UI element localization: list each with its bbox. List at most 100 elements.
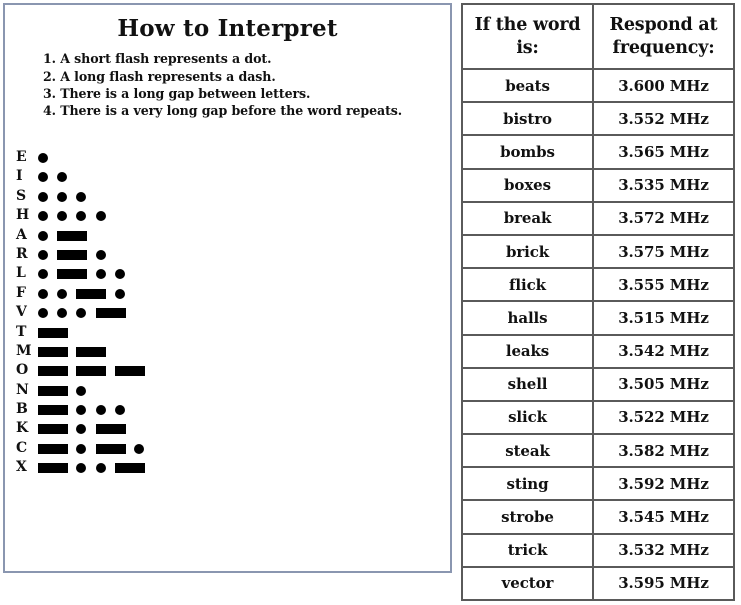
morse-symbol-sequence — [38, 264, 134, 283]
cell-frequency: 3.545 MHz — [592, 499, 735, 535]
morse-letter-label: C — [16, 439, 28, 456]
cell-frequency: 3.522 MHz — [592, 399, 735, 436]
morse-row: N — [16, 381, 446, 400]
cell-frequency: 3.542 MHz — [592, 333, 735, 369]
cell-word: flick — [461, 267, 594, 303]
instruction-item: 1. A short flash represents a dot. — [43, 51, 272, 67]
morse-symbol-sequence — [38, 206, 115, 225]
cell-frequency: 3.505 MHz — [592, 366, 735, 402]
morse-dot-icon — [95, 249, 106, 260]
morse-dot-icon — [57, 191, 68, 202]
morse-symbol-sequence — [38, 342, 115, 361]
table-row: beats 3.600 MHz — [461, 67, 735, 104]
morse-dot-icon — [38, 153, 48, 163]
instruction-item: 4. There is a very long gap before the w… — [43, 103, 403, 119]
cell-frequency: 3.515 MHz — [592, 300, 735, 336]
morse-dot-icon — [95, 269, 106, 280]
morse-symbol-sequence — [38, 245, 115, 264]
morse-dot-icon — [76, 191, 87, 202]
morse-dash-icon — [76, 288, 107, 299]
cell-word: bombs — [461, 134, 594, 170]
morse-letter-label: X — [16, 459, 27, 476]
morse-dot-icon — [57, 211, 68, 222]
morse-dot-icon — [38, 191, 48, 202]
cell-frequency: 3.582 MHz — [592, 433, 735, 469]
table-row: strobe 3.545 MHz — [461, 499, 735, 535]
morse-dash-icon — [38, 405, 68, 416]
morse-dash-icon — [114, 366, 145, 377]
morse-row: L — [16, 264, 446, 283]
table-row: break 3.572 MHz — [461, 200, 735, 236]
cell-word: brick — [461, 233, 594, 270]
table-row: steak 3.582 MHz — [461, 433, 735, 469]
morse-dot-icon — [114, 269, 125, 280]
morse-dash-icon — [114, 463, 145, 474]
frequency-table-container: If the word is: Respond at frequency: be… — [461, 3, 735, 602]
morse-dash-icon — [76, 366, 107, 377]
morse-dot-icon — [76, 443, 87, 454]
column-header-frequency: Respond at frequency: — [592, 3, 735, 70]
table-row: bombs 3.565 MHz — [461, 134, 735, 170]
morse-row: F — [16, 284, 446, 303]
morse-symbol-sequence — [38, 226, 96, 245]
reference-sheet: How to Interpret 1. A short flash repres… — [0, 0, 741, 605]
table-row: flick 3.555 MHz — [461, 267, 735, 303]
cell-frequency: 3.555 MHz — [592, 267, 735, 303]
morse-letter-label: O — [16, 362, 29, 379]
morse-row: M — [16, 342, 446, 361]
morse-symbol-sequence — [38, 284, 134, 303]
morse-dot-icon — [38, 172, 48, 183]
table-row: bistro 3.552 MHz — [461, 101, 735, 137]
morse-dash-icon — [38, 385, 68, 396]
morse-letter-label: F — [16, 284, 26, 301]
instruction-item: 2. A long flash represents a dash. — [43, 68, 276, 84]
cell-frequency: 3.552 MHz — [592, 101, 735, 137]
morse-row: R — [16, 245, 446, 264]
table-row: halls 3.515 MHz — [461, 300, 735, 336]
morse-row: V — [16, 303, 446, 322]
morse-dash-icon — [38, 366, 68, 377]
table-row: leaks 3.542 MHz — [461, 333, 735, 369]
cell-word: halls — [461, 300, 594, 336]
morse-dot-icon — [38, 288, 48, 299]
morse-letter-label: B — [16, 401, 28, 418]
morse-symbol-sequence — [38, 323, 76, 342]
page-title: How to Interpret — [117, 15, 338, 42]
morse-letter-label: R — [16, 245, 28, 262]
morse-dot-icon — [76, 405, 87, 416]
morse-letter-label: V — [16, 304, 27, 321]
morse-symbol-sequence — [38, 167, 76, 186]
morse-dash-icon — [38, 327, 68, 338]
table-row: trick 3.532 MHz — [461, 532, 735, 568]
cell-frequency: 3.600 MHz — [592, 67, 735, 104]
morse-symbol-sequence — [38, 381, 96, 400]
instruction-item: 3. There is a long gap between letters. — [43, 85, 311, 101]
morse-dash-icon — [57, 249, 88, 260]
table-header-row: If the word is: Respond at frequency: — [461, 3, 735, 70]
morse-letter-label: I — [16, 168, 23, 185]
frequency-table-body: beats 3.600 MHz bistro 3.552 MHz bombs 3.565 … — [461, 67, 735, 602]
morse-dot-icon — [38, 230, 48, 241]
morse-dot-icon — [95, 405, 106, 416]
morse-dash-icon — [95, 443, 126, 454]
morse-dash-icon — [76, 346, 107, 357]
morse-dot-icon — [114, 288, 125, 299]
cell-word: steak — [461, 433, 594, 469]
morse-dot-icon — [38, 249, 48, 260]
cell-word: break — [461, 200, 594, 236]
morse-dot-icon — [114, 405, 125, 416]
morse-dot-icon — [38, 308, 48, 319]
morse-symbol-sequence — [38, 187, 96, 206]
morse-row: K — [16, 419, 446, 438]
morse-dot-icon — [57, 308, 68, 319]
table-row: slick 3.522 MHz — [461, 399, 735, 436]
morse-row: S — [16, 187, 446, 206]
morse-dot-icon — [76, 424, 87, 435]
cell-word: trick — [461, 532, 594, 568]
cell-frequency: 3.565 MHz — [592, 134, 735, 170]
morse-dot-icon — [95, 463, 106, 474]
morse-row: A — [16, 226, 446, 245]
cell-word: sting — [461, 466, 594, 502]
cell-word: bistro — [461, 101, 594, 137]
morse-letter-label: M — [16, 342, 32, 359]
